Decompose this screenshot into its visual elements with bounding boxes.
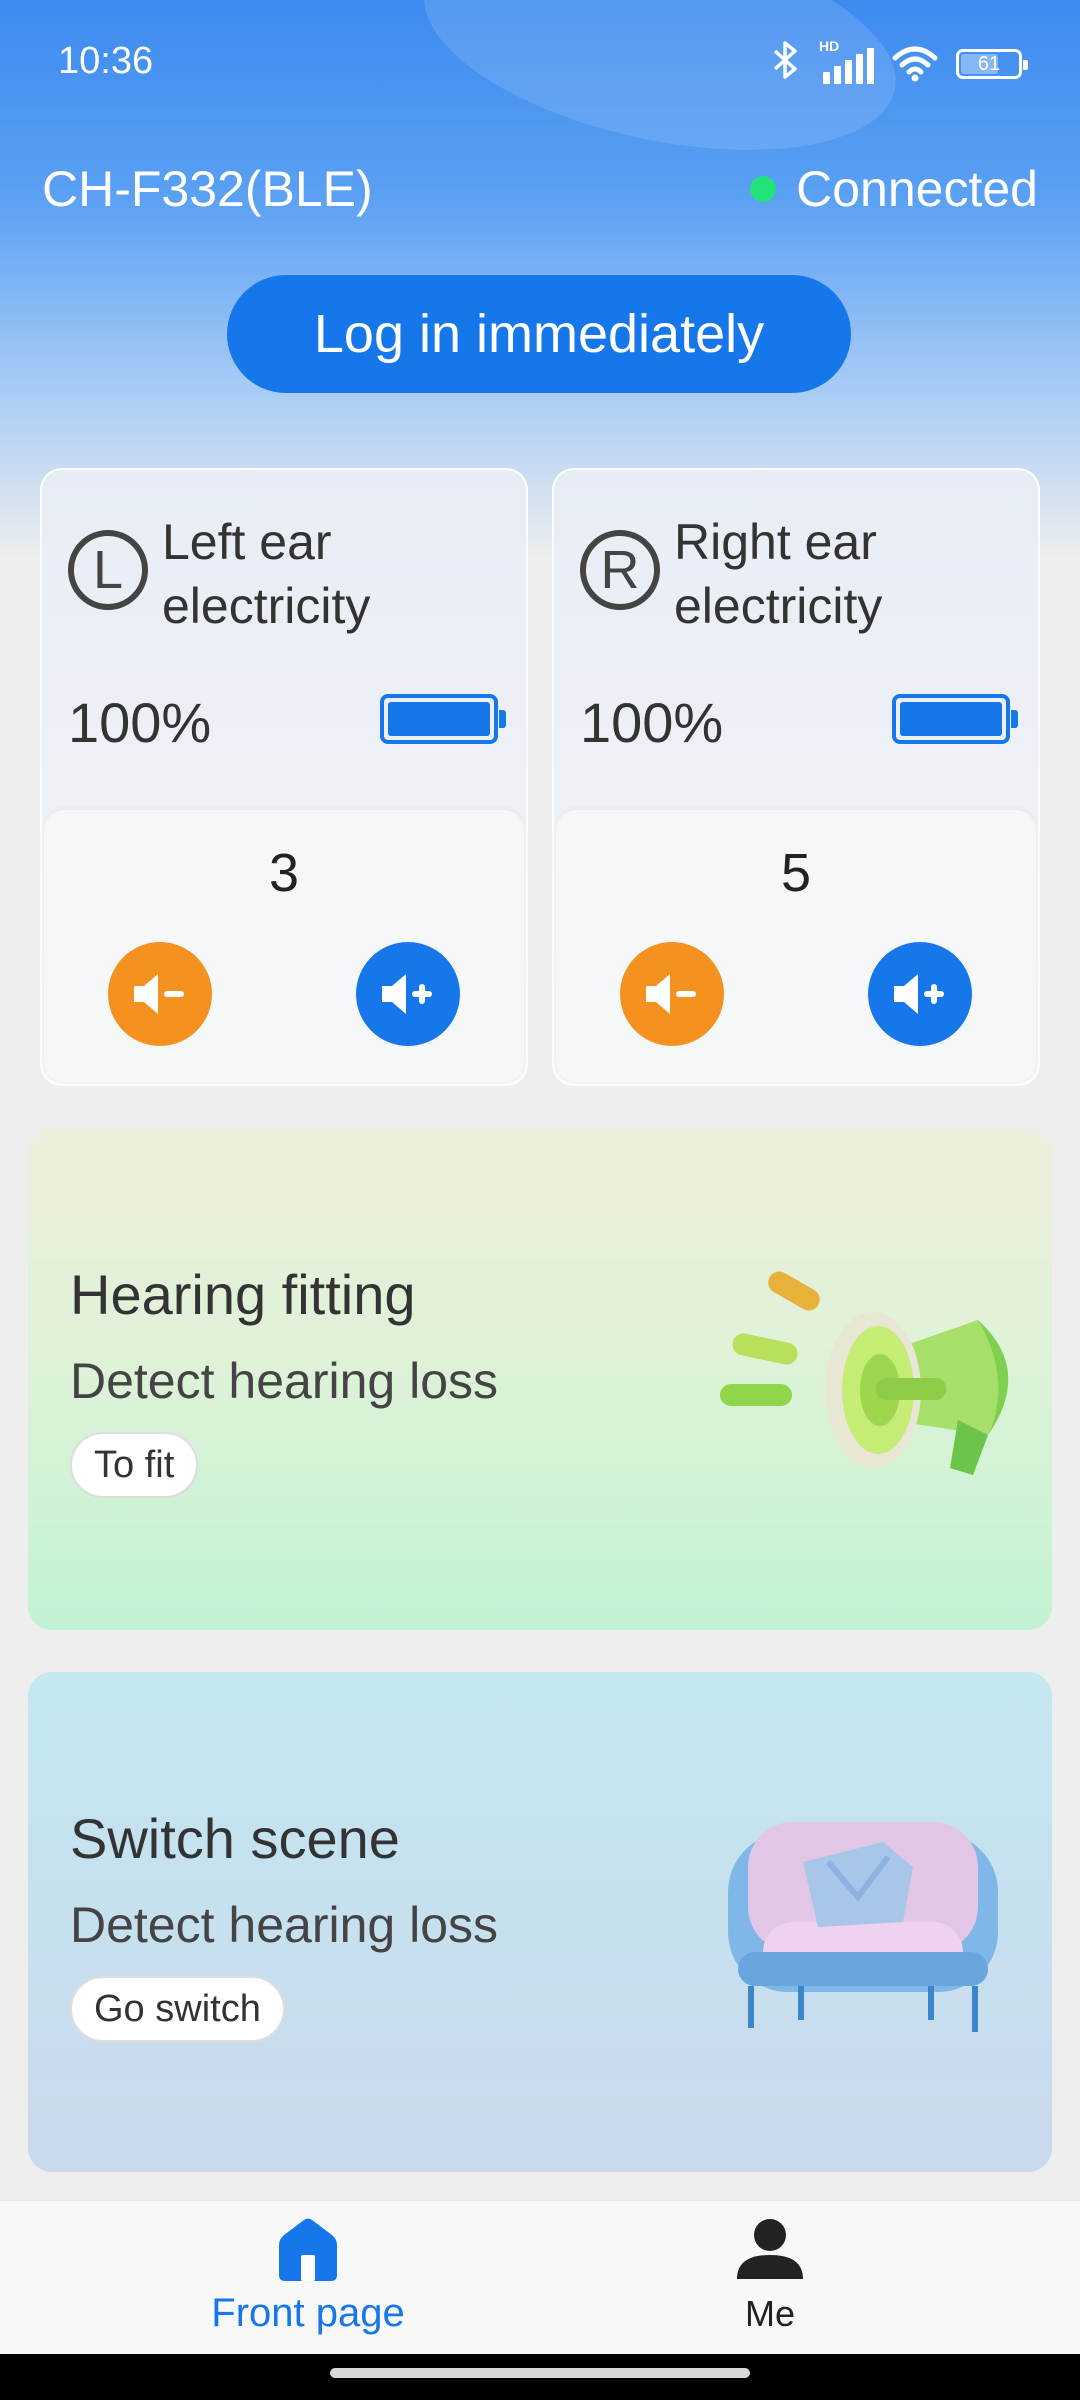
signal-icon: HD: [819, 38, 874, 84]
volume-down-icon: [646, 974, 696, 1014]
left-ear-battery-icon: [380, 694, 506, 744]
battery-icon: 61: [956, 48, 1028, 79]
left-volume-up-button[interactable]: [356, 942, 460, 1046]
right-ear-battery-icon: [892, 694, 1018, 744]
home-gesture-handle[interactable]: [330, 2368, 750, 2378]
right-volume-up-button[interactable]: [868, 942, 972, 1046]
to-fit-button[interactable]: To fit: [70, 1432, 199, 1498]
right-volume-panel: 5: [556, 810, 1036, 1082]
person-icon: [737, 2219, 803, 2279]
right-volume-down-button[interactable]: [620, 942, 724, 1046]
hearing-fitting-subtitle: Detect hearing loss: [70, 1353, 499, 1409]
device-name: CH-F332(BLE): [42, 161, 373, 217]
network-hd-tag: HD: [819, 37, 840, 54]
left-volume-down-button[interactable]: [108, 942, 212, 1046]
status-icons: HD 61: [771, 38, 1028, 87]
tab-front-page[interactable]: Front page: [188, 2217, 428, 2336]
hearing-fitting-title: Hearing fitting: [70, 1263, 416, 1326]
sofa-illustration: [708, 1802, 1008, 2047]
right-ear-card: R Right ear electricity 100% 5: [552, 468, 1040, 1086]
login-button[interactable]: Log in immediately: [227, 275, 851, 393]
bottom-tab-bar: Front page Me: [0, 2200, 1080, 2354]
volume-down-icon: [134, 974, 184, 1014]
right-ear-badge-icon: R: [580, 530, 660, 610]
volume-up-icon: [382, 974, 432, 1014]
right-ear-title: Right ear electricity: [674, 514, 883, 634]
left-ear-battery-percent: 100%: [68, 691, 212, 754]
right-ear-header: R Right ear electricity: [580, 510, 1004, 638]
status-time: 10:36: [58, 40, 154, 82]
hearing-fitting-card[interactable]: Hearing fitting Detect hearing loss To f…: [28, 1130, 1052, 1630]
left-ear-title: Left ear electricity: [162, 514, 371, 634]
switch-scene-subtitle: Detect hearing loss: [70, 1897, 499, 1953]
tab-me-label: Me: [744, 2293, 795, 2334]
bluetooth-icon: [771, 40, 801, 87]
go-switch-button[interactable]: Go switch: [70, 1976, 285, 2042]
left-ear-header: L Left ear electricity: [68, 510, 492, 638]
system-navigation-bar: [0, 2354, 1080, 2400]
right-ear-battery-fill: [900, 702, 1002, 736]
left-volume-panel: 3: [44, 810, 524, 1082]
tab-front-page-label: Front page: [211, 2291, 405, 2335]
left-ear-battery-fill: [388, 702, 490, 736]
wifi-icon: [892, 46, 938, 82]
switch-scene-title: Switch scene: [70, 1807, 400, 1870]
status-bar: 10:36 HD 61: [0, 0, 1080, 130]
left-ear-card: L Left ear electricity 100% 3: [40, 468, 528, 1086]
switch-scene-card[interactable]: Switch scene Detect hearing loss Go swit…: [28, 1672, 1052, 2172]
connected-dot-icon: [750, 176, 777, 202]
home-icon: [279, 2218, 337, 2281]
left-ear-badge-icon: L: [68, 530, 148, 610]
connection-label: Connected: [796, 161, 1038, 217]
connection-status: Connected: [750, 160, 1038, 218]
volume-up-icon: [894, 974, 944, 1014]
right-ear-battery-percent: 100%: [580, 691, 724, 754]
battery-level: 61: [977, 52, 1001, 75]
megaphone-illustration: [688, 1260, 1048, 1505]
left-volume-value: 3: [268, 843, 300, 903]
right-volume-value: 5: [780, 843, 812, 903]
tab-me[interactable]: Me: [650, 2217, 890, 2335]
